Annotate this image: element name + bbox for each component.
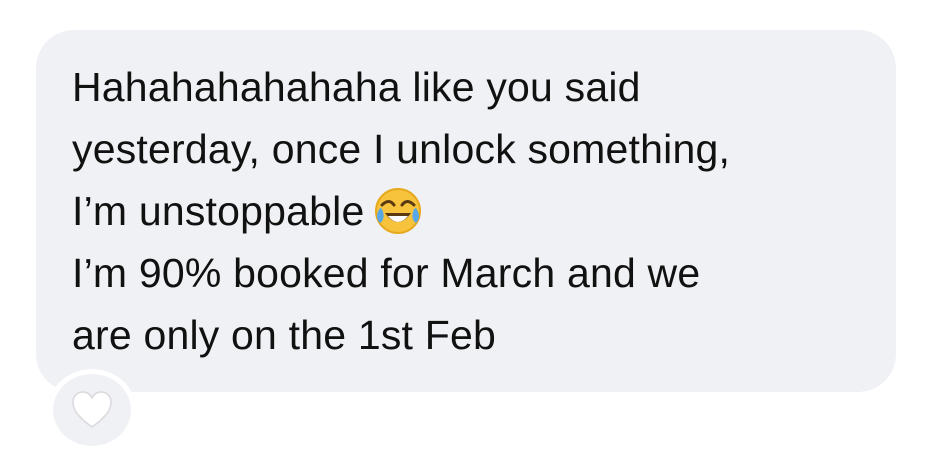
heart-icon — [72, 391, 112, 428]
message-line-1: Hahahahahahaha like you said — [72, 64, 641, 110]
message-line-3-text: I’m unstoppable — [72, 188, 365, 234]
reaction-badge[interactable] — [48, 369, 136, 451]
message-line-2: yesterday, once I unlock something, — [72, 126, 731, 172]
message-line-3: I’m unstoppable — [72, 180, 872, 242]
message-line-5: are only on the 1st Feb — [72, 312, 496, 358]
message-line-4: I’m 90% booked for March and we — [72, 250, 701, 296]
message-text: Hahahahahahaha like you said yesterday, … — [72, 56, 872, 366]
face-with-tears-of-joy-icon — [375, 188, 422, 234]
